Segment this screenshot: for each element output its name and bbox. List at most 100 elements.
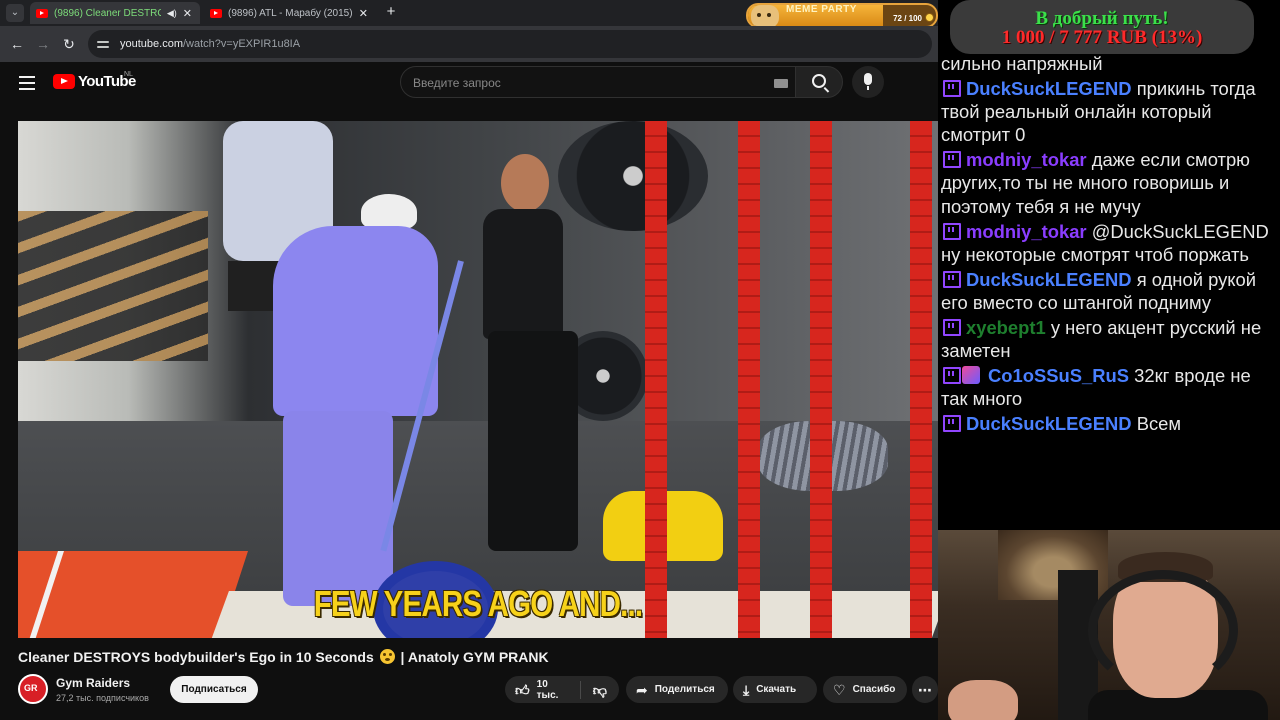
chat-message: modniy_tokar даже если смотрю других,то … bbox=[941, 148, 1277, 218]
like-dislike-group: 👍︎ 10 тыс. 👎︎ bbox=[505, 676, 619, 703]
twitch-icon bbox=[941, 270, 961, 288]
download-label: Скачать bbox=[756, 684, 797, 695]
site-info-icon[interactable] bbox=[96, 37, 110, 51]
like-count[interactable]: 10 тыс. bbox=[537, 679, 568, 701]
reload-icon[interactable]: ↻ bbox=[60, 35, 78, 53]
browser-toolbar: ← → ↻ youtube.com/watch?v=yEXPIR1u8IA bbox=[0, 26, 938, 62]
divider bbox=[579, 680, 581, 699]
video-title-main: Cleaner DESTROYS bodybuilder's Ego in 10… bbox=[18, 649, 374, 665]
youtube-favicon-icon bbox=[210, 8, 222, 18]
twitch-icon bbox=[941, 318, 961, 336]
chat-message: modniy_tokar @DuckSuckLEGEND ну некоторы… bbox=[941, 220, 1277, 267]
youtube-page: YouTube NL Введите запрос FEW YEARS AGO … bbox=[0, 62, 938, 720]
search-icon bbox=[812, 74, 826, 88]
search-button[interactable] bbox=[795, 66, 843, 98]
subscribe-button[interactable]: Подписаться bbox=[170, 676, 258, 703]
share-button[interactable]: ➦ Поделиться bbox=[626, 676, 728, 703]
close-tab-icon[interactable]: ✕ bbox=[183, 7, 192, 20]
download-icon: ⤓ bbox=[743, 681, 750, 698]
chat-username: modniy_tokar bbox=[966, 149, 1087, 171]
menu-icon[interactable] bbox=[19, 76, 35, 90]
url-text: youtube.com/watch?v=yEXPIR1u8IA bbox=[120, 38, 300, 50]
video-player[interactable]: FEW YEARS AGO AND... bbox=[18, 121, 938, 638]
keyboard-icon[interactable] bbox=[774, 79, 788, 88]
subscriber-badge-icon bbox=[962, 365, 980, 384]
thumbs-up-icon[interactable]: 👍︎ bbox=[515, 683, 530, 697]
channel-avatar[interactable] bbox=[18, 674, 48, 704]
share-arrow-icon: ➦ bbox=[636, 681, 648, 698]
coin-icon bbox=[925, 13, 934, 22]
video-scene-plate bbox=[558, 121, 708, 231]
new-tab-button[interactable]: + bbox=[382, 3, 400, 21]
back-arrow-icon[interactable]: ← bbox=[8, 35, 26, 53]
twitch-icon bbox=[941, 79, 961, 97]
webcam-headset bbox=[1088, 570, 1238, 690]
search-input[interactable]: Введите запрос bbox=[400, 66, 796, 98]
donation-goal: В добрый путь! 1 000 / 7 777 RUB (13%) bbox=[950, 0, 1254, 54]
flushed-emoji-icon bbox=[379, 649, 395, 664]
tab-inactive[interactable]: (9896) ATL - Марабу (2015) - Y ✕ bbox=[204, 2, 376, 24]
chat-username: modniy_tokar bbox=[966, 220, 1087, 242]
address-bar[interactable]: youtube.com/watch?v=yEXPIR1u8IA bbox=[88, 30, 932, 58]
chat-username: DuckSuckLEGEND bbox=[966, 412, 1132, 434]
forward-arrow-icon[interactable]: → bbox=[34, 35, 52, 53]
video-scene-stairs bbox=[18, 211, 208, 361]
video-scene-rack bbox=[645, 121, 667, 638]
twitch-icon bbox=[941, 150, 961, 169]
meme-party-widget: MEME PARTY 72 / 100 bbox=[746, 3, 938, 28]
thanks-heart-icon: ♡ bbox=[833, 681, 846, 698]
meme-party-count: 72 / 100 bbox=[893, 14, 922, 23]
share-label: Поделиться bbox=[654, 684, 715, 695]
doge-icon bbox=[751, 5, 779, 26]
chat-username: DuckSuckLEGEND bbox=[966, 77, 1132, 99]
chat-message: xyebept1 у него акцент русский не замете… bbox=[941, 316, 1277, 363]
chat-username: DuckSuckLEGEND bbox=[966, 268, 1132, 290]
webcam-hand bbox=[948, 680, 1018, 720]
video-scene-rack bbox=[810, 121, 832, 638]
twitch-icon bbox=[941, 366, 961, 384]
speaker-icon[interactable]: ◀) bbox=[167, 8, 177, 19]
screen: ⌄ (9896) Cleaner DESTROYS b ◀) ✕ (9896) … bbox=[0, 0, 1280, 720]
tab-title: (9896) ATL - Марабу (2015) - Y bbox=[228, 7, 353, 19]
chat-username: Co1oSSuS_RuS bbox=[988, 364, 1130, 386]
url-host: youtube.com bbox=[120, 38, 183, 50]
video-scene-rack bbox=[738, 121, 760, 638]
channel-name[interactable]: Gym Raiders bbox=[56, 676, 130, 690]
video-title: Cleaner DESTROYS bodybuilder's Ego in 10… bbox=[18, 649, 549, 665]
thanks-label: Спасибо bbox=[852, 684, 896, 695]
chat-message-fragment: сильно напряжный bbox=[941, 53, 1103, 74]
youtube-play-icon bbox=[53, 74, 75, 89]
streamer-webcam bbox=[938, 530, 1280, 720]
channel-subscribers: 27,2 тыс. подписчиков bbox=[56, 693, 149, 703]
stream-chat: В добрый путь! 1 000 / 7 777 RUB (13%) с… bbox=[938, 0, 1280, 530]
more-dots-icon: ⋯ bbox=[918, 681, 932, 698]
chat-message: DuckSuckLEGEND Всем bbox=[941, 412, 1277, 435]
video-title-suffix: | Anatoly GYM PRANK bbox=[400, 649, 549, 665]
thanks-button[interactable]: ♡ Спасибо bbox=[823, 676, 907, 703]
goal-amount: 1 000 / 7 777 RUB (13%) bbox=[1001, 27, 1203, 48]
microphone-icon bbox=[864, 73, 872, 90]
download-button[interactable]: ⤓ Скачать bbox=[733, 676, 817, 703]
chat-message: DuckSuckLEGEND я одной рукой его вместо … bbox=[941, 268, 1277, 315]
chat-messages: сильно напряжный DuckSuckLEGEND прикинь … bbox=[941, 52, 1277, 437]
tab-search-button[interactable]: ⌄ bbox=[6, 4, 24, 22]
more-actions-button[interactable]: ⋯ bbox=[912, 676, 938, 703]
tab-title: (9896) Cleaner DESTROYS b bbox=[54, 7, 161, 19]
video-subtitle: FEW YEARS AGO AND... bbox=[313, 583, 643, 624]
url-path: /watch?v=yEXPIR1u8IA bbox=[182, 38, 301, 50]
voice-search-button[interactable] bbox=[852, 66, 884, 98]
tab-active[interactable]: (9896) Cleaner DESTROYS b ◀) ✕ bbox=[30, 2, 200, 24]
chat-username: xyebept1 bbox=[966, 316, 1046, 338]
thumbs-down-icon[interactable]: 👎︎ bbox=[593, 683, 607, 697]
search-placeholder: Введите запрос bbox=[413, 76, 501, 90]
twitch-icon bbox=[941, 222, 961, 240]
chat-text: Всем bbox=[1136, 412, 1182, 434]
chat-message: Co1oSSuS_RuS 32кг вроде не так много bbox=[941, 364, 1277, 411]
twitch-icon bbox=[941, 414, 961, 432]
chat-message: DuckSuckLEGEND прикинь тогда твой реальн… bbox=[941, 77, 1277, 147]
country-code: NL bbox=[124, 71, 133, 78]
meme-party-title: MEME PARTY bbox=[786, 4, 857, 15]
close-tab-icon[interactable]: ✕ bbox=[359, 7, 368, 20]
video-scene-rack bbox=[910, 121, 932, 638]
youtube-favicon-icon bbox=[36, 8, 48, 18]
